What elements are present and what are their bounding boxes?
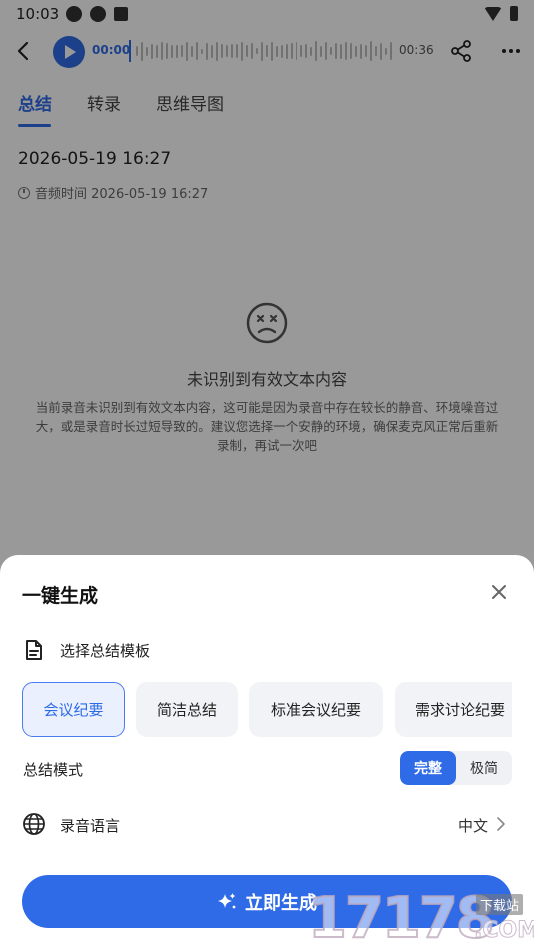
template-chip-concise-summary[interactable]: 简洁总结	[136, 682, 238, 737]
chevron-right-icon	[497, 817, 505, 831]
template-chip-standard-minutes[interactable]: 标准会议纪要	[249, 682, 383, 737]
generate-now-button[interactable]: 立即生成	[22, 875, 512, 928]
globe-icon	[23, 813, 45, 835]
template-chip-requirements-minutes[interactable]: 需求讨论纪要	[395, 682, 512, 737]
mode-option-full[interactable]: 完整	[400, 751, 456, 785]
sparkle-icon	[218, 892, 236, 908]
summary-mode-label: 总结模式	[23, 761, 84, 779]
close-icon	[492, 585, 506, 599]
recording-language-row[interactable]: 录音语言 中文	[22, 810, 512, 840]
sheet-title: 一键生成	[22, 585, 99, 607]
summary-mode-row: 总结模式 完整 极简	[22, 751, 512, 787]
generate-bottom-sheet: 一键生成 选择总结模板 会议纪要 简洁总结 标准会议纪要 需求讨论纪要 总结模式…	[0, 555, 534, 950]
close-button[interactable]	[488, 581, 510, 603]
template-chip-meeting-minutes[interactable]: 会议纪要	[22, 682, 125, 737]
summary-mode-toggle: 完整 极简	[400, 751, 512, 785]
template-chip-list[interactable]: 会议纪要 简洁总结 标准会议纪要 需求讨论纪要	[22, 682, 512, 738]
mode-option-minimal[interactable]: 极简	[456, 751, 512, 785]
recording-language-value: 中文	[457, 817, 488, 835]
generate-now-label: 立即生成	[245, 892, 317, 914]
template-section-header: 选择总结模板	[22, 637, 150, 663]
template-label: 选择总结模板	[60, 641, 151, 660]
recording-language-label: 录音语言	[60, 817, 121, 835]
document-icon	[26, 640, 42, 660]
